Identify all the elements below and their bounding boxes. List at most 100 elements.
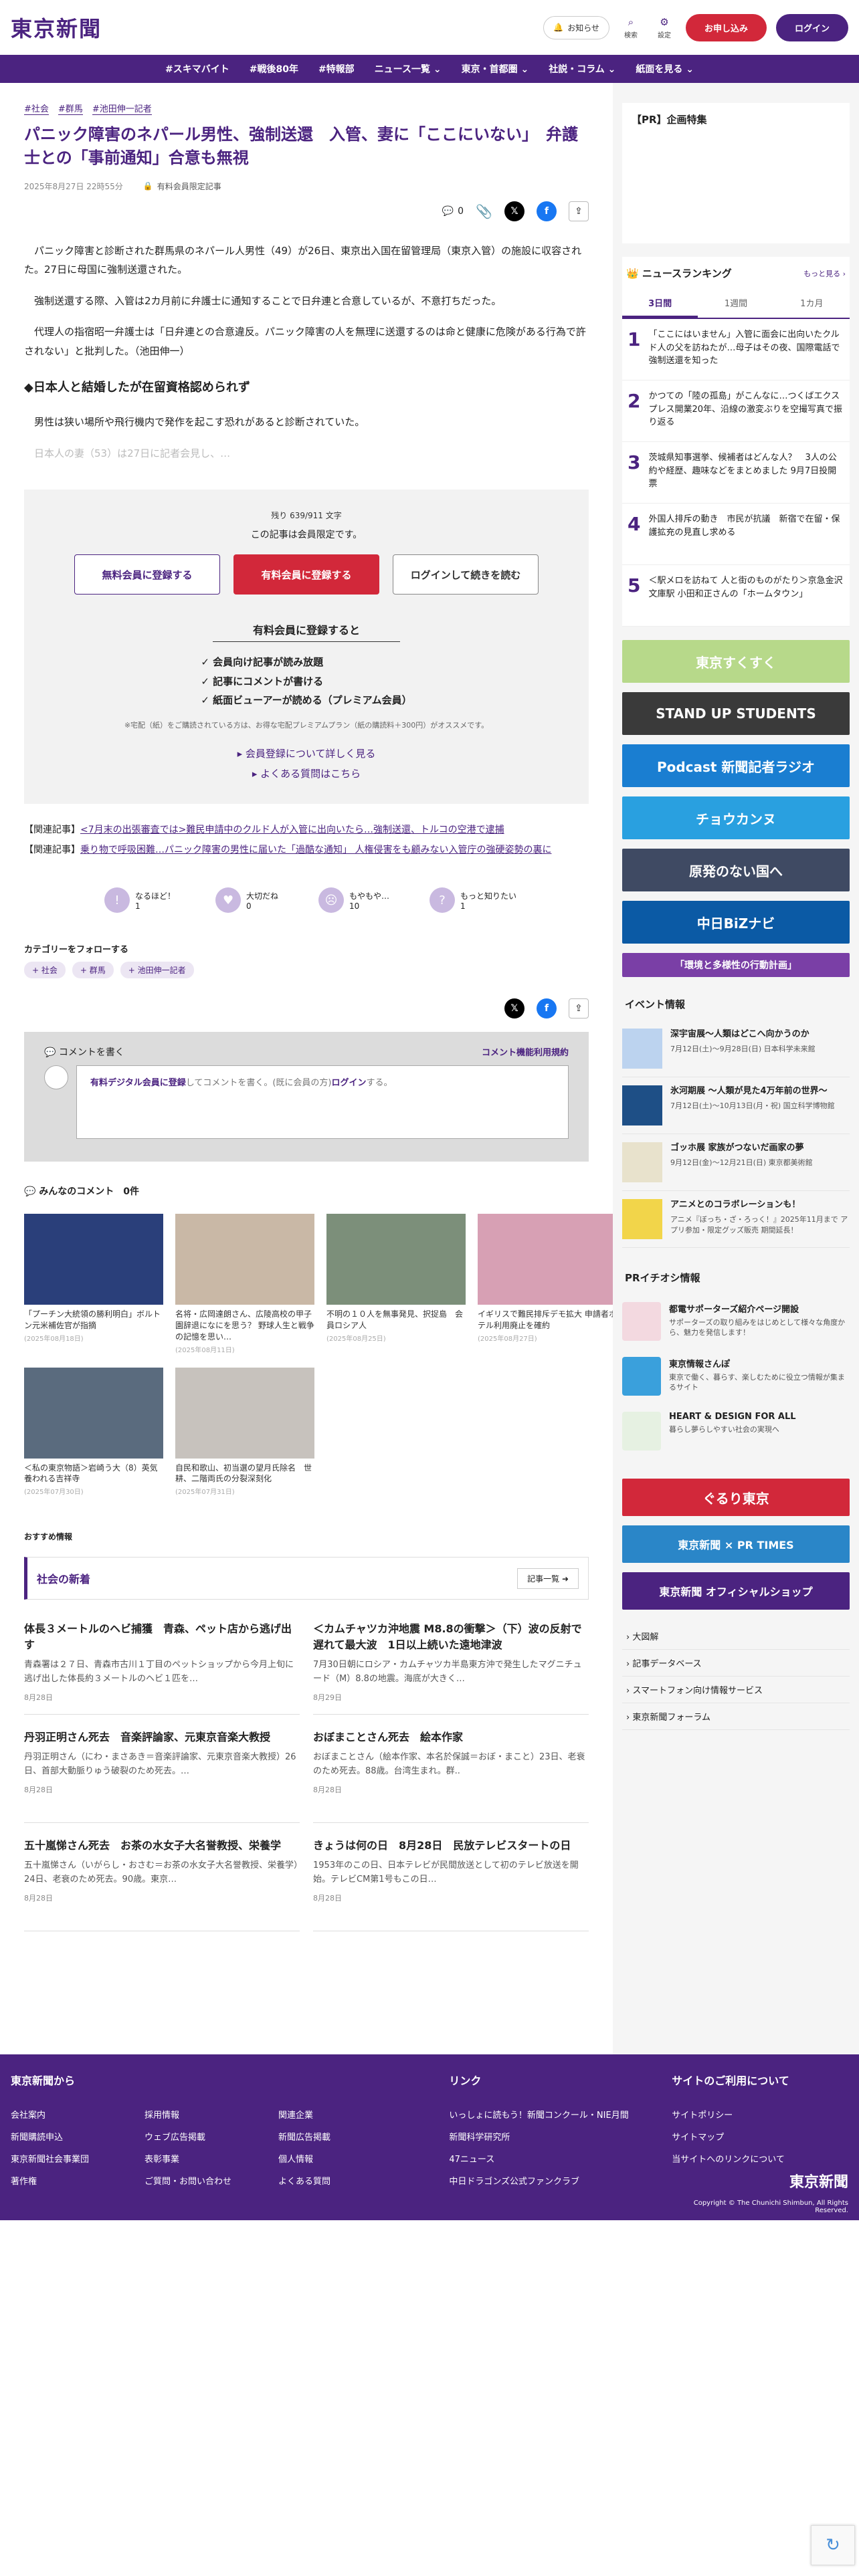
footer-link[interactable]: 会社案内: [11, 2108, 145, 2121]
related-link[interactable]: <7月末の出張審査では>難民申請中のクルド人が入管に出向いたら…強制送還、トルコ…: [80, 825, 504, 835]
reaction-moyamoya[interactable]: ☹ もやもや… 10: [318, 887, 389, 914]
register-link[interactable]: 有料デジタル会員に登録: [90, 1078, 186, 1088]
comment-login-link[interactable]: ログイン: [332, 1078, 367, 1088]
footer-link[interactable]: 新聞購読申込: [11, 2130, 145, 2143]
news-item[interactable]: 五十嵐悌さん死去 お茶の水女子大名誉教授、栄養学 五十嵐悌さん（いがらし・おさむ＝…: [24, 1831, 300, 1932]
event-item[interactable]: ゴッホ展 家族がつないだ画家の夢 9月12日(金)〜12月21日(日) 東京都美術…: [622, 1134, 850, 1191]
nav-item[interactable]: 紙面を見る ⌄: [636, 62, 694, 76]
paid-register-button[interactable]: 有料会員に登録する: [233, 554, 379, 595]
footer-link[interactable]: 採用情報: [145, 2108, 278, 2121]
footer-link[interactable]: いっしょに読もう！新聞コンクール・NIE月間: [449, 2108, 650, 2121]
promo-banner[interactable]: チョウカンヌ: [622, 796, 850, 839]
comment-rules-link[interactable]: コメント機能利用規約: [482, 1045, 569, 1059]
news-item[interactable]: きょうは何の日 8月28日 民放テレビスタートの日 1953年のこの日、日本テレビ…: [313, 1831, 589, 1932]
ranking-item[interactable]: 5 ＜駅メロを訪ねて 人と街のものがたり＞京急金沢文庫駅 小田和正さんの「ホームタ…: [622, 565, 850, 627]
promo-banner[interactable]: 中日BiZナビ: [622, 901, 850, 944]
tag-link[interactable]: #群馬: [58, 102, 83, 115]
nav-item[interactable]: ニュース一覧 ⌄: [375, 62, 442, 76]
ranking-item[interactable]: 2 かつての「陸の孤島」がこんなに…つくばエクスプレス開業20年、沿線の激変ぶりを…: [622, 381, 850, 442]
footer-link[interactable]: サイトマップ: [672, 2130, 846, 2143]
ranking-more-link[interactable]: もっと見る ›: [803, 268, 846, 279]
follow-tag[interactable]: + 池田伸一記者: [120, 962, 194, 979]
settings-button[interactable]: ⚙ 設定: [652, 16, 676, 39]
comment-input[interactable]: 有料デジタル会員に登録してコメントを書く。(既に会員の方)ログインする。: [76, 1065, 569, 1140]
facebook-share-icon[interactable]: f: [537, 998, 557, 1019]
membership-details-link[interactable]: ▸ 会員登録について詳しく見る: [64, 744, 549, 764]
reaction-taisetsu[interactable]: ♥ 大切だね 0: [215, 887, 278, 914]
thumb-card[interactable]: ＜私の東京物語＞岩崎う大（8）英気養われる吉祥寺 (2025年07月30日): [24, 1367, 163, 1496]
thumb-card[interactable]: 不明の１０人を無事発見、択捉島 会員ロシア人 (2025年08月25日): [326, 1214, 466, 1354]
footer-logo[interactable]: 東京新聞: [672, 2170, 848, 2191]
ad-banner[interactable]: ぐるり東京: [622, 1479, 850, 1516]
footer-link[interactable]: ウェブ広告掲載: [145, 2130, 278, 2143]
related-link[interactable]: 乗り物で呼吸困難…パニック障害の男性に届いた「過酷な通知」 人権侵害をも顧みない…: [80, 845, 551, 855]
side-link[interactable]: › 大図解: [622, 1623, 850, 1650]
x-share-icon[interactable]: 𝕏: [504, 201, 524, 221]
free-register-button[interactable]: 無料会員に登録する: [74, 554, 220, 595]
share-icon[interactable]: ⇪: [569, 201, 589, 221]
news-item[interactable]: ＜カムチャツカ沖地震 M8.8の衝撃＞（下）波の反射で遅れて最大波 1日以上続い…: [313, 1614, 589, 1715]
share-icon[interactable]: ⇪: [569, 998, 589, 1019]
footer-link[interactable]: よくある質問: [278, 2174, 412, 2187]
footer-link[interactable]: 当サイトへのリンクについて: [672, 2152, 846, 2165]
x-share-icon[interactable]: 𝕏: [504, 998, 524, 1019]
thumb-card[interactable]: イギリスで難民排斥デモ拡大 申請者ホテル利用廃止を確約 (2025年08月27日): [478, 1214, 617, 1354]
pr-item[interactable]: 東京情報さんぽ 東京で働く、暮らす、楽しむために役立つ情報が集まるサイト: [622, 1349, 850, 1404]
event-item[interactable]: 深宇宙展〜人類はどこへ向かうのか 7月12日(土)〜9月28日(日) 日本科学未来…: [622, 1021, 850, 1077]
thumb-card[interactable]: 名将・広岡達朗さん、広陵高校の甲子園辞退になにを思う？ 野球人生と戦争の記憶を思…: [175, 1214, 314, 1354]
nav-item[interactable]: #特報部: [318, 62, 355, 76]
event-item[interactable]: アニメとのコラボレーションも！ アニメ『ぼっち・ざ・ろっく！』2025年11月まで…: [622, 1191, 850, 1248]
side-link[interactable]: › 東京新聞フォーラム: [622, 1703, 850, 1730]
site-logo[interactable]: 東京新聞: [11, 12, 102, 43]
side-link[interactable]: › 記事データベース: [622, 1650, 850, 1677]
tab-3days[interactable]: 3日間: [622, 290, 698, 318]
reaction-motto[interactable]: ? もっと知りたい 1: [430, 887, 516, 914]
notice-button[interactable]: 🔔 お知らせ: [543, 15, 609, 39]
footer-link[interactable]: 中日ドラゴンズ公式ファンクラブ: [449, 2174, 650, 2187]
news-item[interactable]: 体長３メートルのヘビ捕獲 青森、ペット店から逃げ出す 青森署は２７日、青森市古川１…: [24, 1614, 300, 1715]
ranking-item[interactable]: 4 外国人排斥の動き 市民が抗議 新宿で在留・保護拡充の見直し求める: [622, 504, 850, 565]
footer-link[interactable]: 新聞広告掲載: [278, 2130, 412, 2143]
reaction-naruhodo[interactable]: ! なるほど！ 1: [104, 887, 175, 914]
login-continue-button[interactable]: ログインして続きを読む: [393, 554, 539, 595]
side-link[interactable]: › スマートフォン向け情報サービス: [622, 1677, 850, 1703]
promo-banner[interactable]: STAND UP STUDENTS: [622, 692, 850, 735]
event-item[interactable]: 氷河期展 〜人類が見た4万年前の世界〜 7月12日(土)〜10月13日(月・祝) …: [622, 1077, 850, 1134]
footer-link[interactable]: ご質問・お問い合わせ: [145, 2174, 278, 2187]
tab-1month[interactable]: 1カ月: [774, 290, 850, 318]
subscribe-button[interactable]: お申し込み: [685, 13, 767, 41]
search-button[interactable]: ⌕ 検索: [619, 16, 643, 39]
pr-item[interactable]: HEART & DESIGN FOR ALL 暮らし夢らしやすい社会の実現へ: [622, 1404, 850, 1459]
tab-1week[interactable]: 1週間: [698, 290, 773, 318]
thumb-card[interactable]: 「プーチン大統領の勝利明白」ボルトン元米補佐官が指摘 (2025年08月18日): [24, 1214, 163, 1354]
nav-item[interactable]: 東京・首都圏 ⌄: [462, 62, 529, 76]
ranking-item[interactable]: 3 茨城県知事選挙、候補者はどんな人？ 3人の公約や経歴、趣味などをまとめました …: [622, 442, 850, 504]
thumb-card[interactable]: 自民和歌山、初当選の望月氏除名 世耕、二階両氏の分裂深刻化 (2025年07月31…: [175, 1367, 314, 1496]
clip-icon[interactable]: 📎: [476, 203, 492, 219]
tag-link[interactable]: #社会: [24, 102, 49, 115]
recaptcha-badge[interactable]: ↻: [811, 2525, 855, 2565]
nav-item[interactable]: 社説・コラム ⌄: [549, 62, 615, 76]
footer-link[interactable]: 個人情報: [278, 2152, 412, 2165]
news-item[interactable]: おぼまことさん死去 絵本作家 おぼまことさん（絵本作家、本名於保誠＝おぼ・まこと）…: [313, 1723, 589, 1824]
footer-link[interactable]: 表彰事業: [145, 2152, 278, 2165]
footer-link[interactable]: 47ニュース: [449, 2152, 650, 2165]
follow-tag[interactable]: + 社会: [24, 962, 66, 979]
footer-link[interactable]: 著作権: [11, 2174, 145, 2187]
nav-item[interactable]: #スキマバイト: [165, 62, 229, 76]
ad-banner[interactable]: 東京新聞 × PR TIMES: [622, 1525, 850, 1563]
tag-link[interactable]: #池田伸一記者: [92, 102, 152, 115]
follow-tag[interactable]: + 群馬: [72, 962, 114, 979]
news-more-button[interactable]: 記事一覧 ➜: [517, 1568, 579, 1589]
ranking-item[interactable]: 1 「ここにはいません」入管に面会に出向いたクルド人の父を訪ねたが…母子はその夜、…: [622, 319, 850, 381]
ad-banner[interactable]: 東京新聞 オフィシャルショップ: [622, 1572, 850, 1610]
footer-link[interactable]: 東京新聞社会事業団: [11, 2152, 145, 2165]
news-item[interactable]: 丹羽正明さん死去 音楽評論家、元東京音楽大教授 丹羽正明さん（にわ・まさあき＝音楽…: [24, 1723, 300, 1824]
facebook-share-icon[interactable]: f: [537, 201, 557, 221]
login-button[interactable]: ログイン: [775, 13, 848, 41]
faq-link[interactable]: ▸ よくある質問はこちら: [64, 764, 549, 784]
pr-item[interactable]: 都電サポーターズ紹介ページ開設 サポーターズの取り組みをはじめとして様々な角度から…: [622, 1294, 850, 1349]
comment-count[interactable]: 💬 0: [442, 206, 464, 217]
promo-banner[interactable]: 「環境と多様性の行動計画」: [622, 953, 850, 977]
footer-link[interactable]: 新聞科学研究所: [449, 2130, 650, 2143]
